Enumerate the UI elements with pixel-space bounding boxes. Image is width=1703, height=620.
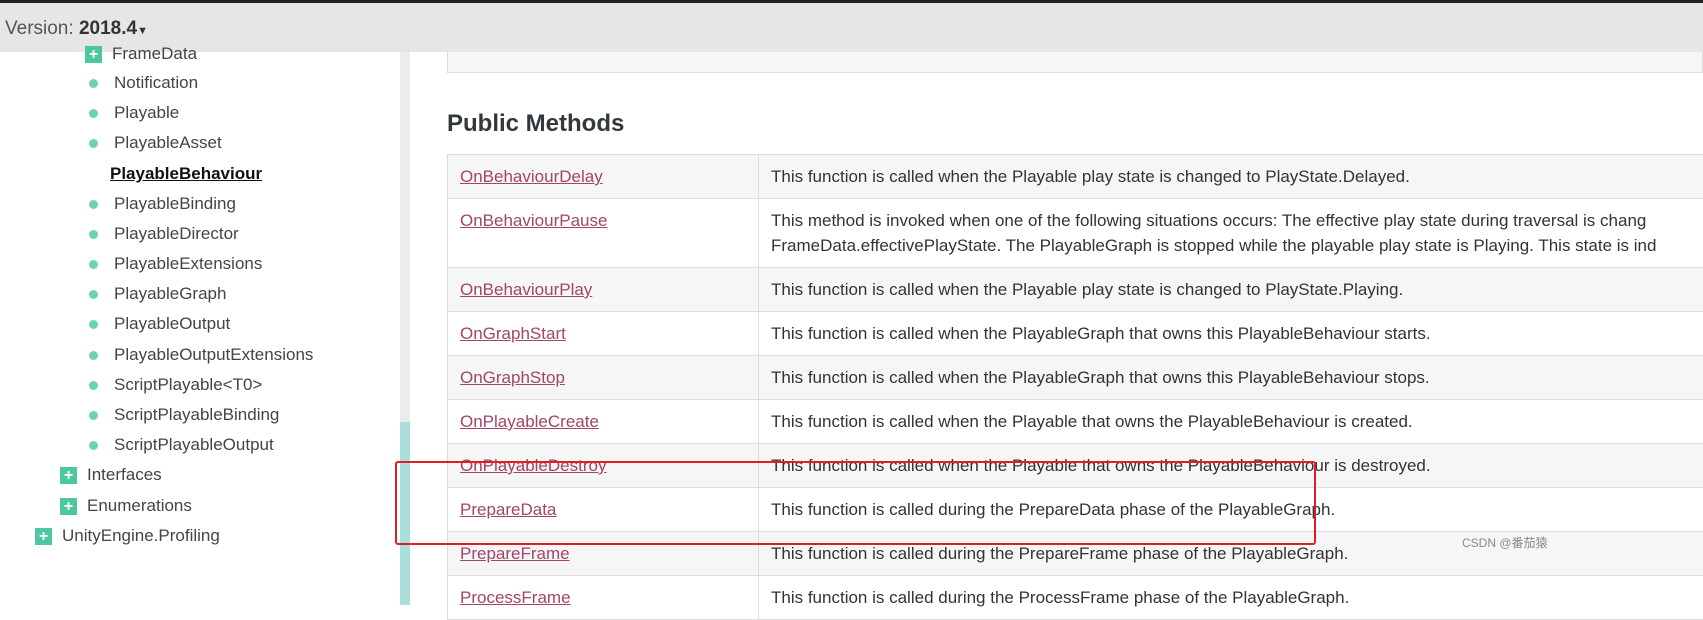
bullet-icon bbox=[89, 351, 98, 360]
caret-down-icon: ▼ bbox=[137, 25, 148, 37]
tree-item-playable[interactable]: Playable bbox=[89, 101, 179, 125]
previous-section-box bbox=[447, 52, 1703, 73]
tree-item-scriptplayableoutput[interactable]: ScriptPlayableOutput bbox=[89, 433, 274, 457]
expand-plus-icon[interactable]: + bbox=[35, 528, 52, 545]
method-link[interactable]: OnBehaviourPause bbox=[460, 211, 607, 230]
table-row: ProcessFrame This function is called dur… bbox=[448, 576, 1703, 620]
bullet-icon bbox=[89, 381, 98, 390]
tree-item-scriptplayablebinding[interactable]: ScriptPlayableBinding bbox=[89, 403, 279, 427]
method-description: This function is called when the Playabl… bbox=[759, 155, 1703, 199]
table-row: OnBehaviourDelay This function is called… bbox=[448, 155, 1703, 199]
sidebar-scrollbar[interactable] bbox=[400, 52, 410, 605]
table-row: OnPlayableCreate This function is called… bbox=[448, 400, 1703, 444]
method-link[interactable]: OnBehaviourPlay bbox=[460, 280, 592, 299]
method-description: This function is called when the Playabl… bbox=[759, 444, 1703, 488]
method-description: This function is called during the Prepa… bbox=[759, 488, 1703, 532]
tree-item-enumerations[interactable]: +Enumerations bbox=[60, 494, 192, 518]
bullet-icon bbox=[89, 79, 98, 88]
tree-item-playablebehaviour-current[interactable]: PlayableBehaviour bbox=[110, 162, 262, 186]
watermark-text: CSDN @番茄猿 bbox=[1462, 534, 1548, 551]
expand-plus-icon[interactable]: + bbox=[85, 46, 102, 63]
method-link[interactable]: PrepareFrame bbox=[460, 544, 570, 563]
tree-item-unityengine-profiling[interactable]: +UnityEngine.Profiling bbox=[35, 524, 220, 548]
method-link[interactable]: OnGraphStop bbox=[460, 368, 565, 387]
version-value: 2018.4 bbox=[79, 18, 137, 39]
version-selector[interactable]: Version: 2018.4▼ bbox=[5, 18, 148, 40]
tree-item-playablegraph[interactable]: PlayableGraph bbox=[89, 282, 226, 306]
bullet-icon bbox=[89, 441, 98, 450]
tree-item-framedata[interactable]: +FrameData bbox=[85, 42, 197, 66]
method-link[interactable]: ProcessFrame bbox=[460, 588, 571, 607]
table-row: OnBehaviourPause This method is invoked … bbox=[448, 199, 1703, 268]
method-link[interactable]: OnBehaviourDelay bbox=[460, 167, 603, 186]
table-row: OnGraphStop This function is called when… bbox=[448, 356, 1703, 400]
expand-plus-icon[interactable]: + bbox=[60, 467, 77, 484]
tree-item-playableoutput[interactable]: PlayableOutput bbox=[89, 312, 230, 336]
method-link[interactable]: OnPlayableDestroy bbox=[460, 456, 606, 475]
tree-item-scriptplayable[interactable]: ScriptPlayable<T0> bbox=[89, 373, 262, 397]
method-description: This function is called when the Playabl… bbox=[759, 400, 1703, 444]
method-description: This function is called during the Proce… bbox=[759, 576, 1703, 620]
method-link[interactable]: PrepareData bbox=[460, 500, 556, 519]
method-link[interactable]: OnPlayableCreate bbox=[460, 412, 599, 431]
method-description: This function is called during the Prepa… bbox=[759, 532, 1703, 576]
tree-item-playableextensions[interactable]: PlayableExtensions bbox=[89, 252, 262, 276]
method-description: This function is called when the Playabl… bbox=[759, 356, 1703, 400]
tree-item-playabledirector[interactable]: PlayableDirector bbox=[89, 222, 239, 246]
table-row: OnBehaviourPlay This function is called … bbox=[448, 268, 1703, 312]
section-heading: Public Methods bbox=[447, 110, 624, 138]
bullet-icon bbox=[89, 411, 98, 420]
method-description: This method is invoked when one of the f… bbox=[759, 199, 1703, 268]
table-row: PrepareData This function is called duri… bbox=[448, 488, 1703, 532]
table-row: OnGraphStart This function is called whe… bbox=[448, 312, 1703, 356]
version-label: Version: bbox=[5, 18, 74, 39]
scrollbar-thumb[interactable] bbox=[400, 422, 410, 605]
bullet-icon bbox=[89, 200, 98, 209]
expand-plus-icon[interactable]: + bbox=[60, 498, 77, 515]
tree-item-interfaces[interactable]: +Interfaces bbox=[60, 463, 162, 487]
method-description: This function is called when the Playabl… bbox=[759, 312, 1703, 356]
main-content: Public Methods OnBehaviourDelay This fun… bbox=[410, 52, 1703, 605]
top-bar: Version: 2018.4▼ bbox=[0, 0, 1703, 52]
method-link[interactable]: OnGraphStart bbox=[460, 324, 566, 343]
tree-item-notification[interactable]: Notification bbox=[89, 71, 198, 95]
bullet-icon bbox=[89, 139, 98, 148]
bullet-icon bbox=[89, 260, 98, 269]
sidebar-tree: +FrameData Notification Playable Playabl… bbox=[0, 52, 400, 605]
tree-item-playablebinding[interactable]: PlayableBinding bbox=[89, 192, 236, 216]
bullet-icon bbox=[89, 320, 98, 329]
bullet-icon bbox=[89, 290, 98, 299]
table-row: OnPlayableDestroy This function is calle… bbox=[448, 444, 1703, 488]
bullet-icon bbox=[89, 230, 98, 239]
tree-item-playableasset[interactable]: PlayableAsset bbox=[89, 131, 222, 155]
bullet-icon bbox=[89, 109, 98, 118]
tree-item-playableoutputextensions[interactable]: PlayableOutputExtensions bbox=[89, 343, 313, 367]
method-description: This function is called when the Playabl… bbox=[759, 268, 1703, 312]
